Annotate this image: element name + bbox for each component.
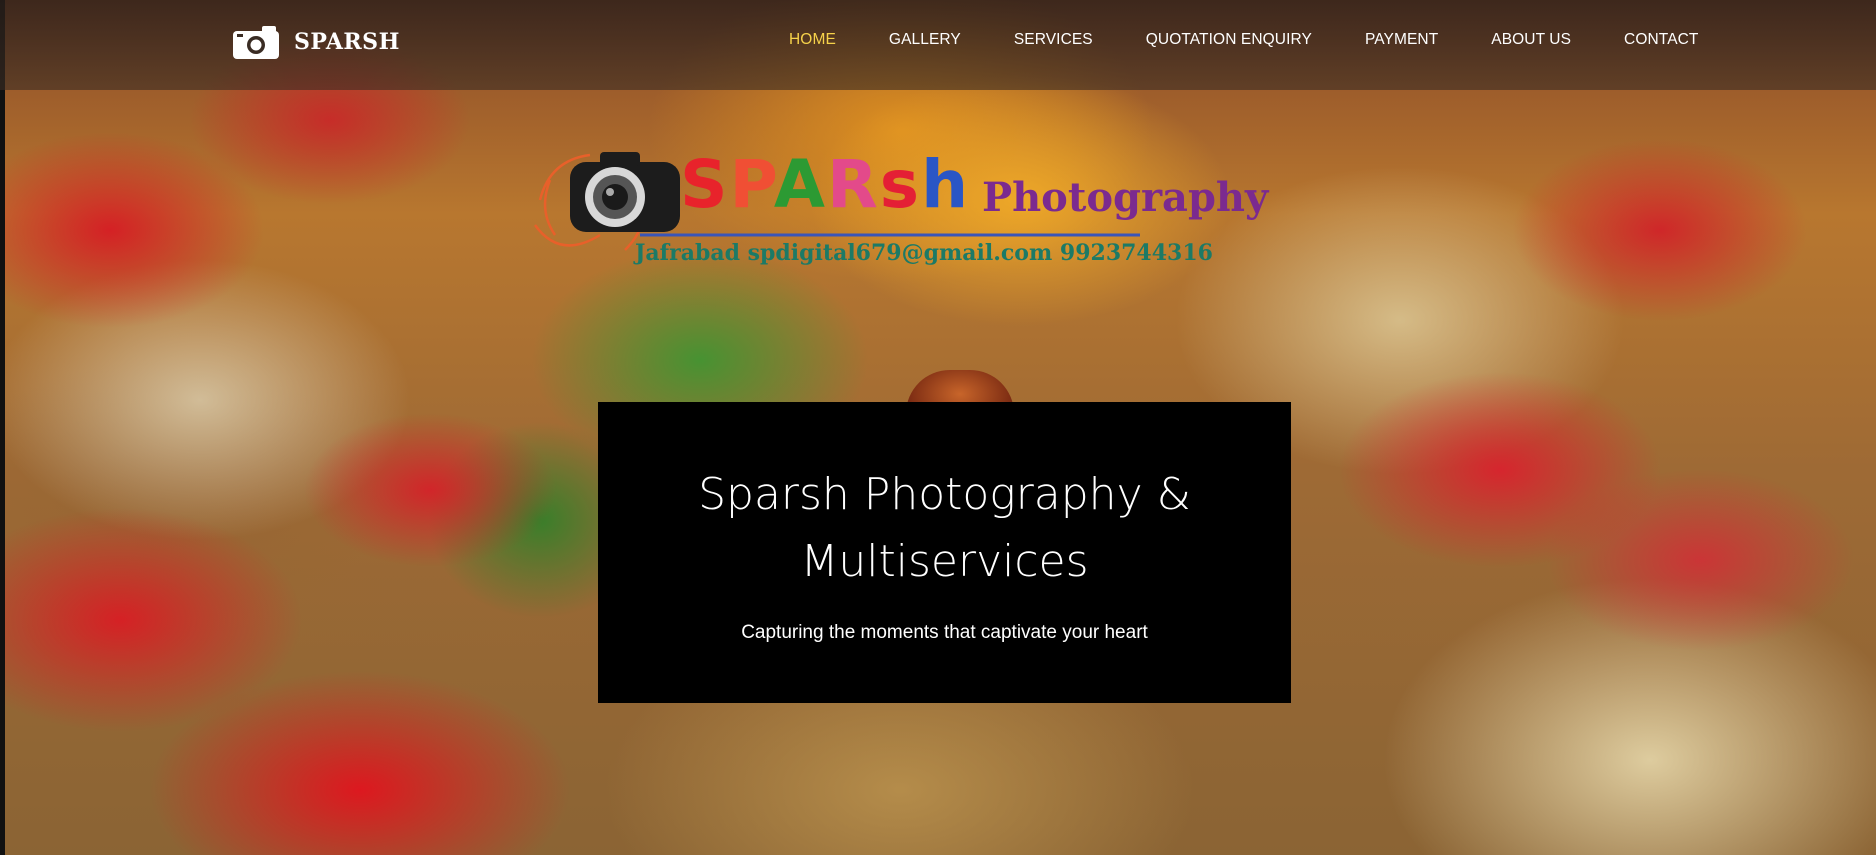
brand-logo-link[interactable]: SPARSH: [232, 22, 400, 62]
hero-tagline: Capturing the moments that captivate you…: [741, 622, 1148, 643]
hero-title-line-1: Sparsh Photography &: [698, 469, 1191, 520]
nav-contact[interactable]: CONTACT: [1624, 28, 1698, 52]
logo-letter: P: [729, 146, 774, 223]
nav-about-us[interactable]: ABOUT US: [1491, 28, 1571, 52]
page-left-edge: [0, 0, 5, 855]
brand-name: SPARSH: [294, 29, 400, 55]
nav-home[interactable]: HOME: [789, 28, 836, 52]
logo-letter: A: [773, 146, 827, 223]
logo-subtitle: Photography: [982, 174, 1269, 221]
logo-letter: s: [879, 146, 922, 223]
top-navbar: SPARSH HOME GALLERY SERVICES QUOTATION E…: [0, 0, 1876, 90]
logo-wordmark: SPARsh: [680, 152, 970, 218]
nav-services[interactable]: SERVICES: [1014, 28, 1093, 52]
hero-title: Sparsh Photography & Multiservices: [598, 461, 1291, 595]
sparsh-photography-logo: SPARsh Photography Jafrabad spdigital679…: [530, 140, 1270, 275]
logo-letter: S: [680, 146, 730, 223]
logo-letter: h: [921, 146, 971, 223]
camera-icon: [233, 26, 279, 59]
nav-payment[interactable]: PAYMENT: [1365, 28, 1438, 52]
nav-gallery[interactable]: GALLERY: [889, 28, 961, 52]
hero-caption-box: Sparsh Photography & Multiservices Captu…: [598, 402, 1291, 703]
logo-letter: R: [826, 146, 880, 223]
hero-title-line-2: Multiservices: [800, 536, 1089, 587]
nav-quotation-enquiry[interactable]: QUOTATION ENQUIRY: [1146, 28, 1312, 52]
main-nav: HOME GALLERY SERVICES QUOTATION ENQUIRY …: [789, 28, 1699, 52]
logo-contact-line: Jafrabad spdigital679@gmail.com 99237443…: [635, 240, 1213, 266]
